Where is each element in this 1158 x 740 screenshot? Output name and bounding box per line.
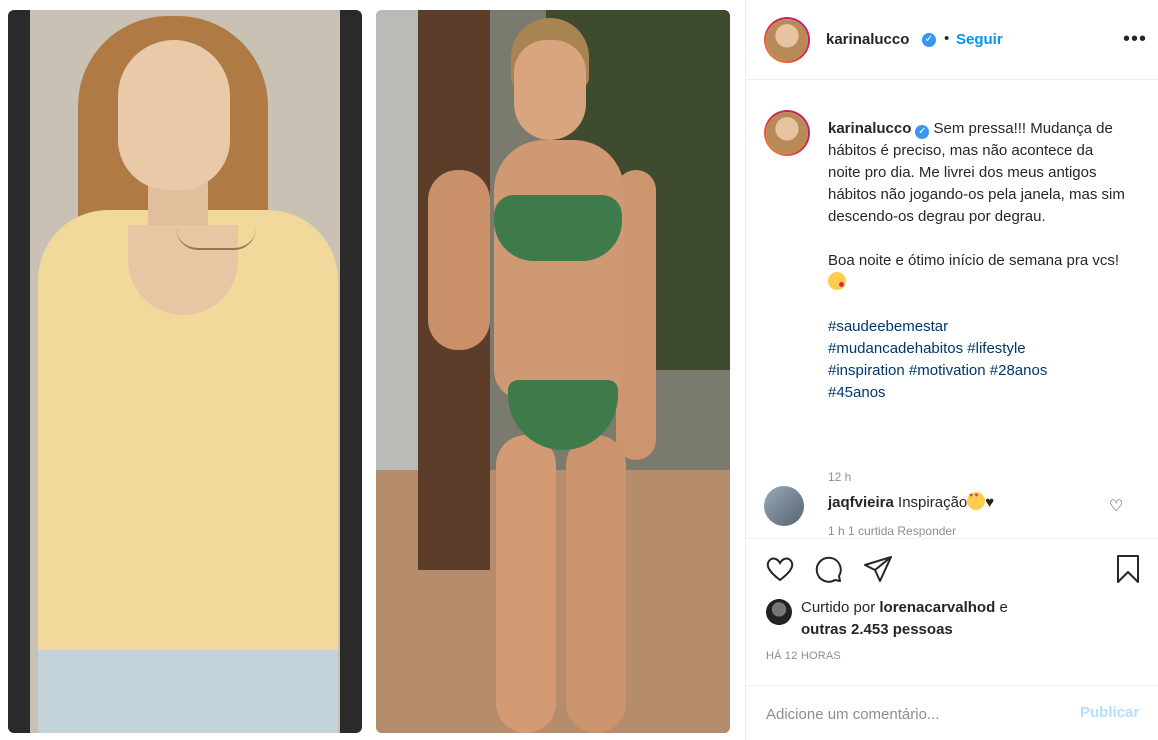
hashtag[interactable]: #lifestyle: [967, 340, 1025, 357]
comment-meta: 1 h 1 curtida Responder: [828, 524, 957, 537]
caption-avatar[interactable]: [764, 110, 810, 156]
comment-avatar[interactable]: [764, 486, 804, 526]
comment-username[interactable]: jaqfvieira: [828, 494, 894, 511]
hashtag[interactable]: #28anos: [990, 362, 1048, 379]
post-panel: karinalucco ✓ • Seguir ••• karinalucco ✓ …: [745, 0, 1158, 740]
post-actions: Curtido por lorenacarvalhod e outras 2.4…: [746, 538, 1158, 638]
comments-section[interactable]: karinalucco ✓ Sem pressa!!! Mudança de há…: [746, 81, 1158, 537]
bookmark-icon[interactable]: [1112, 553, 1146, 587]
add-comment-bar: Publicar: [746, 685, 1158, 740]
comment-body: Inspiração: [898, 494, 968, 511]
caption-timestamp[interactable]: 12 h: [828, 470, 851, 484]
post-timestamp[interactable]: HÁ 12 HORAS: [766, 650, 841, 662]
caption-username[interactable]: karinalucco: [828, 120, 911, 137]
hashtag[interactable]: #motivation: [909, 362, 986, 379]
separator-dot: •: [944, 30, 950, 47]
more-icon[interactable]: •••: [1123, 28, 1147, 51]
avatar[interactable]: [764, 17, 810, 63]
comment-input[interactable]: [766, 703, 1056, 725]
comment-text: jaqfvieira Inspiração ♥: [828, 492, 994, 511]
caption-greeting: Boa noite e ótimo início de semana pra v…: [828, 252, 1119, 269]
kiss-emoji-icon: [828, 272, 846, 290]
hashtag[interactable]: #saudeebemestar: [828, 318, 948, 335]
after-photo[interactable]: [376, 10, 730, 733]
follow-button[interactable]: Seguir: [956, 31, 1003, 48]
heart-icon[interactable]: [764, 553, 798, 587]
heart-eyes-emoji-icon: [967, 492, 986, 510]
publish-button[interactable]: Publicar: [1080, 704, 1139, 721]
caption-text: karinalucco ✓ Sem pressa!!! Mudança de há…: [828, 118, 1128, 404]
liker-avatar[interactable]: [766, 599, 792, 625]
post-header: karinalucco ✓ • Seguir •••: [746, 0, 1158, 80]
likes-prefix: Curtido por: [801, 599, 876, 616]
before-photo[interactable]: [8, 10, 362, 733]
liker-username[interactable]: lorenacarvalhod: [879, 599, 995, 616]
post-media: [0, 0, 745, 740]
likes-others[interactable]: outras 2.453 pessoas: [801, 621, 953, 638]
hashtag[interactable]: #mudancadehabitos: [828, 340, 963, 357]
comment-icon[interactable]: [812, 553, 846, 587]
comment-like-icon[interactable]: ♡: [1109, 496, 1123, 516]
share-icon[interactable]: [862, 553, 896, 587]
verified-icon: ✓: [922, 33, 936, 47]
likes-joiner: e: [999, 599, 1008, 616]
username[interactable]: karinalucco: [826, 31, 909, 48]
verified-icon: ✓: [915, 125, 930, 139]
hashtag[interactable]: #inspiration: [828, 362, 905, 379]
hashtag[interactable]: #45anos: [828, 384, 886, 401]
black-heart-icon: ♥: [985, 494, 995, 511]
